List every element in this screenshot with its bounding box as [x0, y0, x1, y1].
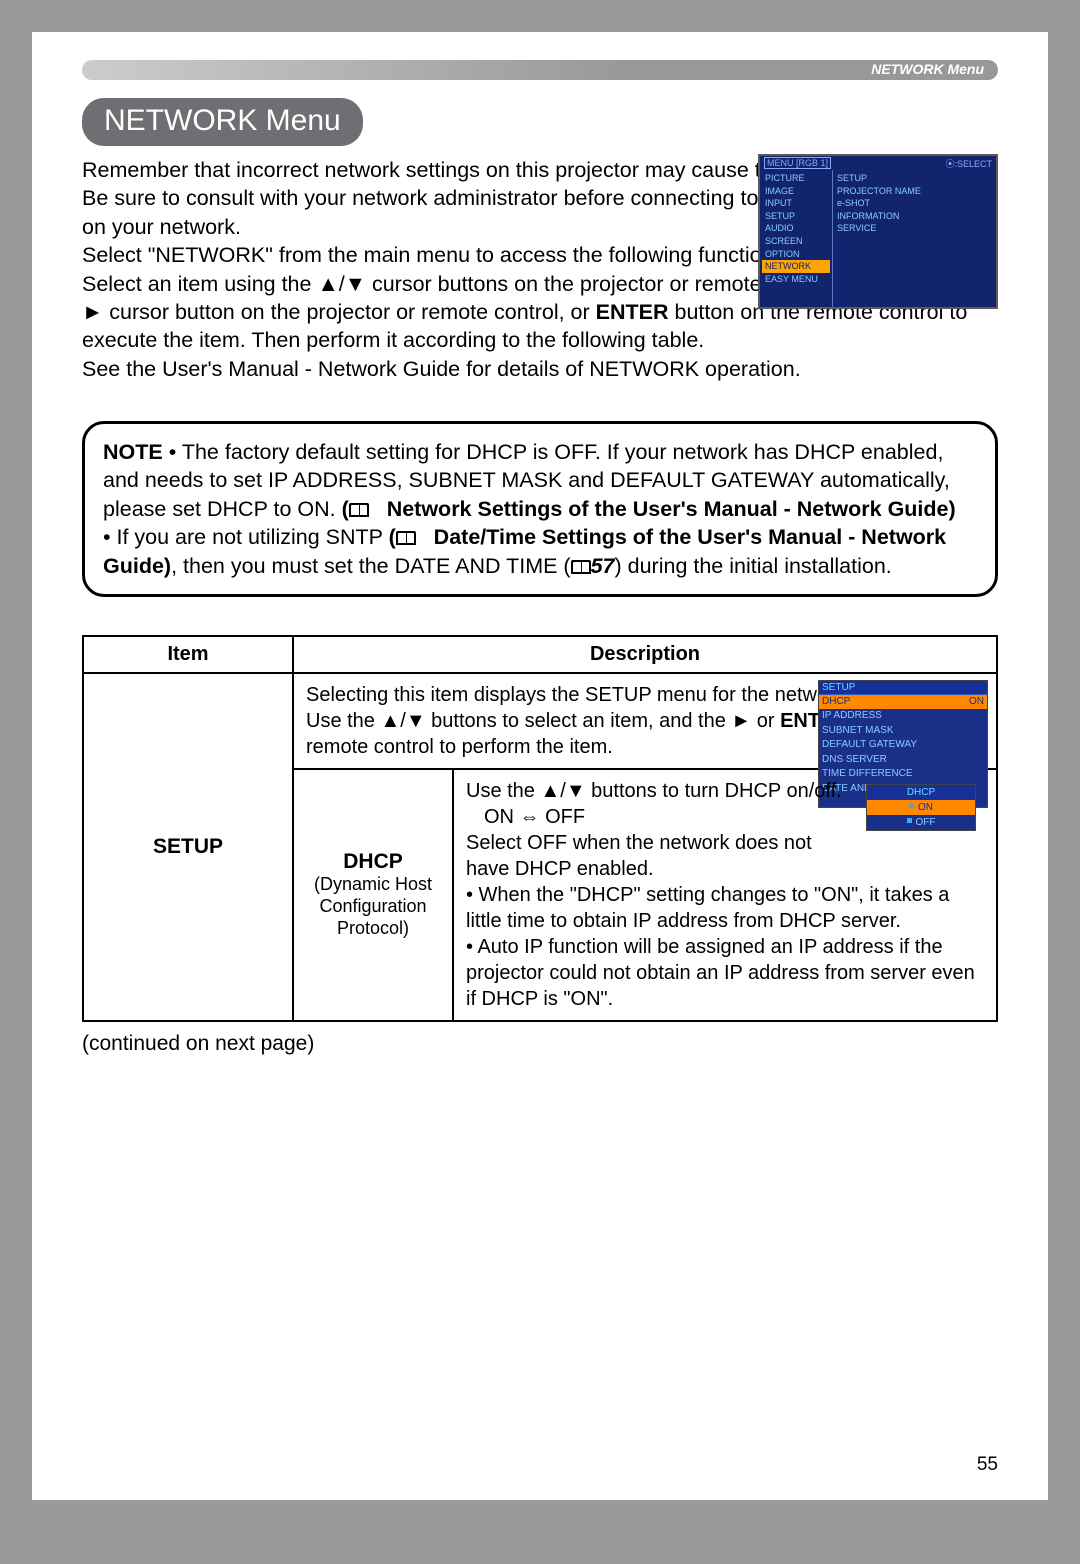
- menu-thumb-subitem: PROJECTOR NAME: [837, 185, 992, 198]
- book-icon: [396, 531, 416, 545]
- desc-1a: Selecting this item displays the SETUP m…: [306, 684, 850, 706]
- menu-thumb-item: INPUT: [762, 197, 830, 210]
- intro-p1b: Select "NETWORK" from the main menu to a…: [82, 243, 790, 267]
- book-icon: [349, 503, 369, 517]
- menu-thumb-item: OPTION: [762, 248, 830, 261]
- menu-thumb-subitem: SERVICE: [837, 222, 992, 235]
- dhcp-d: • When the "DHCP" setting changes to "ON…: [466, 884, 949, 932]
- dhcp-b: ON ⇔ OFF: [466, 804, 854, 830]
- intro-enter: ENTER: [596, 300, 669, 324]
- intro-p3: See the User's Manual - Network Guide fo…: [82, 357, 801, 381]
- mini-dhcp-off: OFF: [867, 815, 975, 830]
- section-title-pill: NETWORK Menu: [82, 98, 363, 146]
- note-1b: Network Settings of the User's Manual - …: [387, 497, 956, 521]
- dhcp-c: Select OFF when the network does not hav…: [466, 832, 812, 880]
- menu-thumb-header-left: MENU [RGB 1]: [764, 157, 831, 169]
- page-number: 55: [977, 1454, 998, 1476]
- sub-title: DHCP: [306, 850, 440, 874]
- note-2c: , then you must set the DATE AND TIME (: [171, 554, 570, 578]
- menu-thumb-subitem: e-SHOT: [837, 197, 992, 210]
- menu-thumb-subitem: INFORMATION: [837, 210, 992, 223]
- note-2d: 57: [591, 554, 615, 578]
- menu-thumb-body: PICTURE IMAGE INPUT SETUP AUDIO SCREEN O…: [760, 170, 996, 307]
- manual-page: NETWORK Menu NETWORK Menu MENU [RGB 1] ⦿…: [32, 32, 1048, 1500]
- mini-dhcp-header: DHCP: [867, 785, 975, 800]
- note-label: NOTE: [103, 440, 163, 464]
- sub-note: (Dynamic Host Configuration Protocol): [306, 874, 440, 939]
- mini-setup-row: DEFAULT GATEWAY: [819, 738, 987, 753]
- mini-dhcp-thumb: DHCP ON OFF: [866, 784, 976, 831]
- menu-thumb-item: AUDIO: [762, 222, 830, 235]
- mini-setup-header: SETUP: [819, 681, 987, 695]
- mini-setup-row: DHCPON: [819, 695, 987, 710]
- menu-thumb-col2: SETUP PROJECTOR NAME e-SHOT INFORMATION …: [832, 170, 996, 307]
- note-2a: • If you are not utilizing SNTP: [103, 525, 389, 549]
- menu-thumb-item: IMAGE: [762, 185, 830, 198]
- cell-item-setup: SETUP: [83, 673, 293, 1021]
- continued-label: (continued on next page): [82, 1032, 998, 1056]
- mini-setup-row: DNS SERVER: [819, 753, 987, 768]
- book-icon: [571, 560, 591, 574]
- dhcp-e: • Auto IP function will be assigned an I…: [466, 936, 975, 1010]
- settings-table: Item Description SETUP Selecting this it…: [82, 635, 998, 1022]
- note-2e: ) during the initial installation.: [615, 554, 892, 578]
- menu-thumb-header-right: ⦿:SELECT: [945, 157, 992, 170]
- mini-dhcp-on: ON: [867, 800, 975, 815]
- intro-wrap: MENU [RGB 1] ⦿:SELECT PICTURE IMAGE INPU…: [82, 156, 998, 383]
- header-bar: NETWORK Menu: [82, 60, 998, 80]
- cell-sub-dhcp: DHCP (Dynamic Host Configuration Protoco…: [293, 769, 453, 1021]
- menu-thumb-item: SETUP: [762, 210, 830, 223]
- menu-thumb-col1: PICTURE IMAGE INPUT SETUP AUDIO SCREEN O…: [760, 170, 832, 307]
- header-label: NETWORK Menu: [871, 61, 984, 77]
- cell-desc-setup: Selecting this item displays the SETUP m…: [293, 673, 997, 769]
- table-header-row: Item Description: [83, 636, 997, 673]
- menu-thumbnail: MENU [RGB 1] ⦿:SELECT PICTURE IMAGE INPU…: [758, 154, 998, 309]
- menu-thumb-item: SCREEN: [762, 235, 830, 248]
- mini-setup-row: SUBNET MASK: [819, 724, 987, 739]
- th-desc: Description: [293, 636, 997, 673]
- desc-1b: Use the ▲/▼ buttons to select an item, a…: [306, 710, 780, 732]
- dhcp-a: Use the ▲/▼ buttons to turn DHCP on/off.: [466, 780, 842, 802]
- menu-thumb-subitem: SETUP: [837, 172, 992, 185]
- menu-thumb-item: PICTURE: [762, 172, 830, 185]
- note-box: NOTE • The factory default setting for D…: [82, 421, 998, 597]
- mini-setup-row: IP ADDRESS: [819, 709, 987, 724]
- menu-thumb-item: EASY MENU: [762, 273, 830, 286]
- th-item: Item: [83, 636, 293, 673]
- menu-thumb-header: MENU [RGB 1] ⦿:SELECT: [760, 156, 996, 170]
- cell-desc-dhcp: Use the ▲/▼ buttons to turn DHCP on/off.…: [453, 769, 997, 1021]
- menu-thumb-item-active: NETWORK: [762, 260, 830, 273]
- table-row: SETUP Selecting this item displays the S…: [83, 673, 997, 769]
